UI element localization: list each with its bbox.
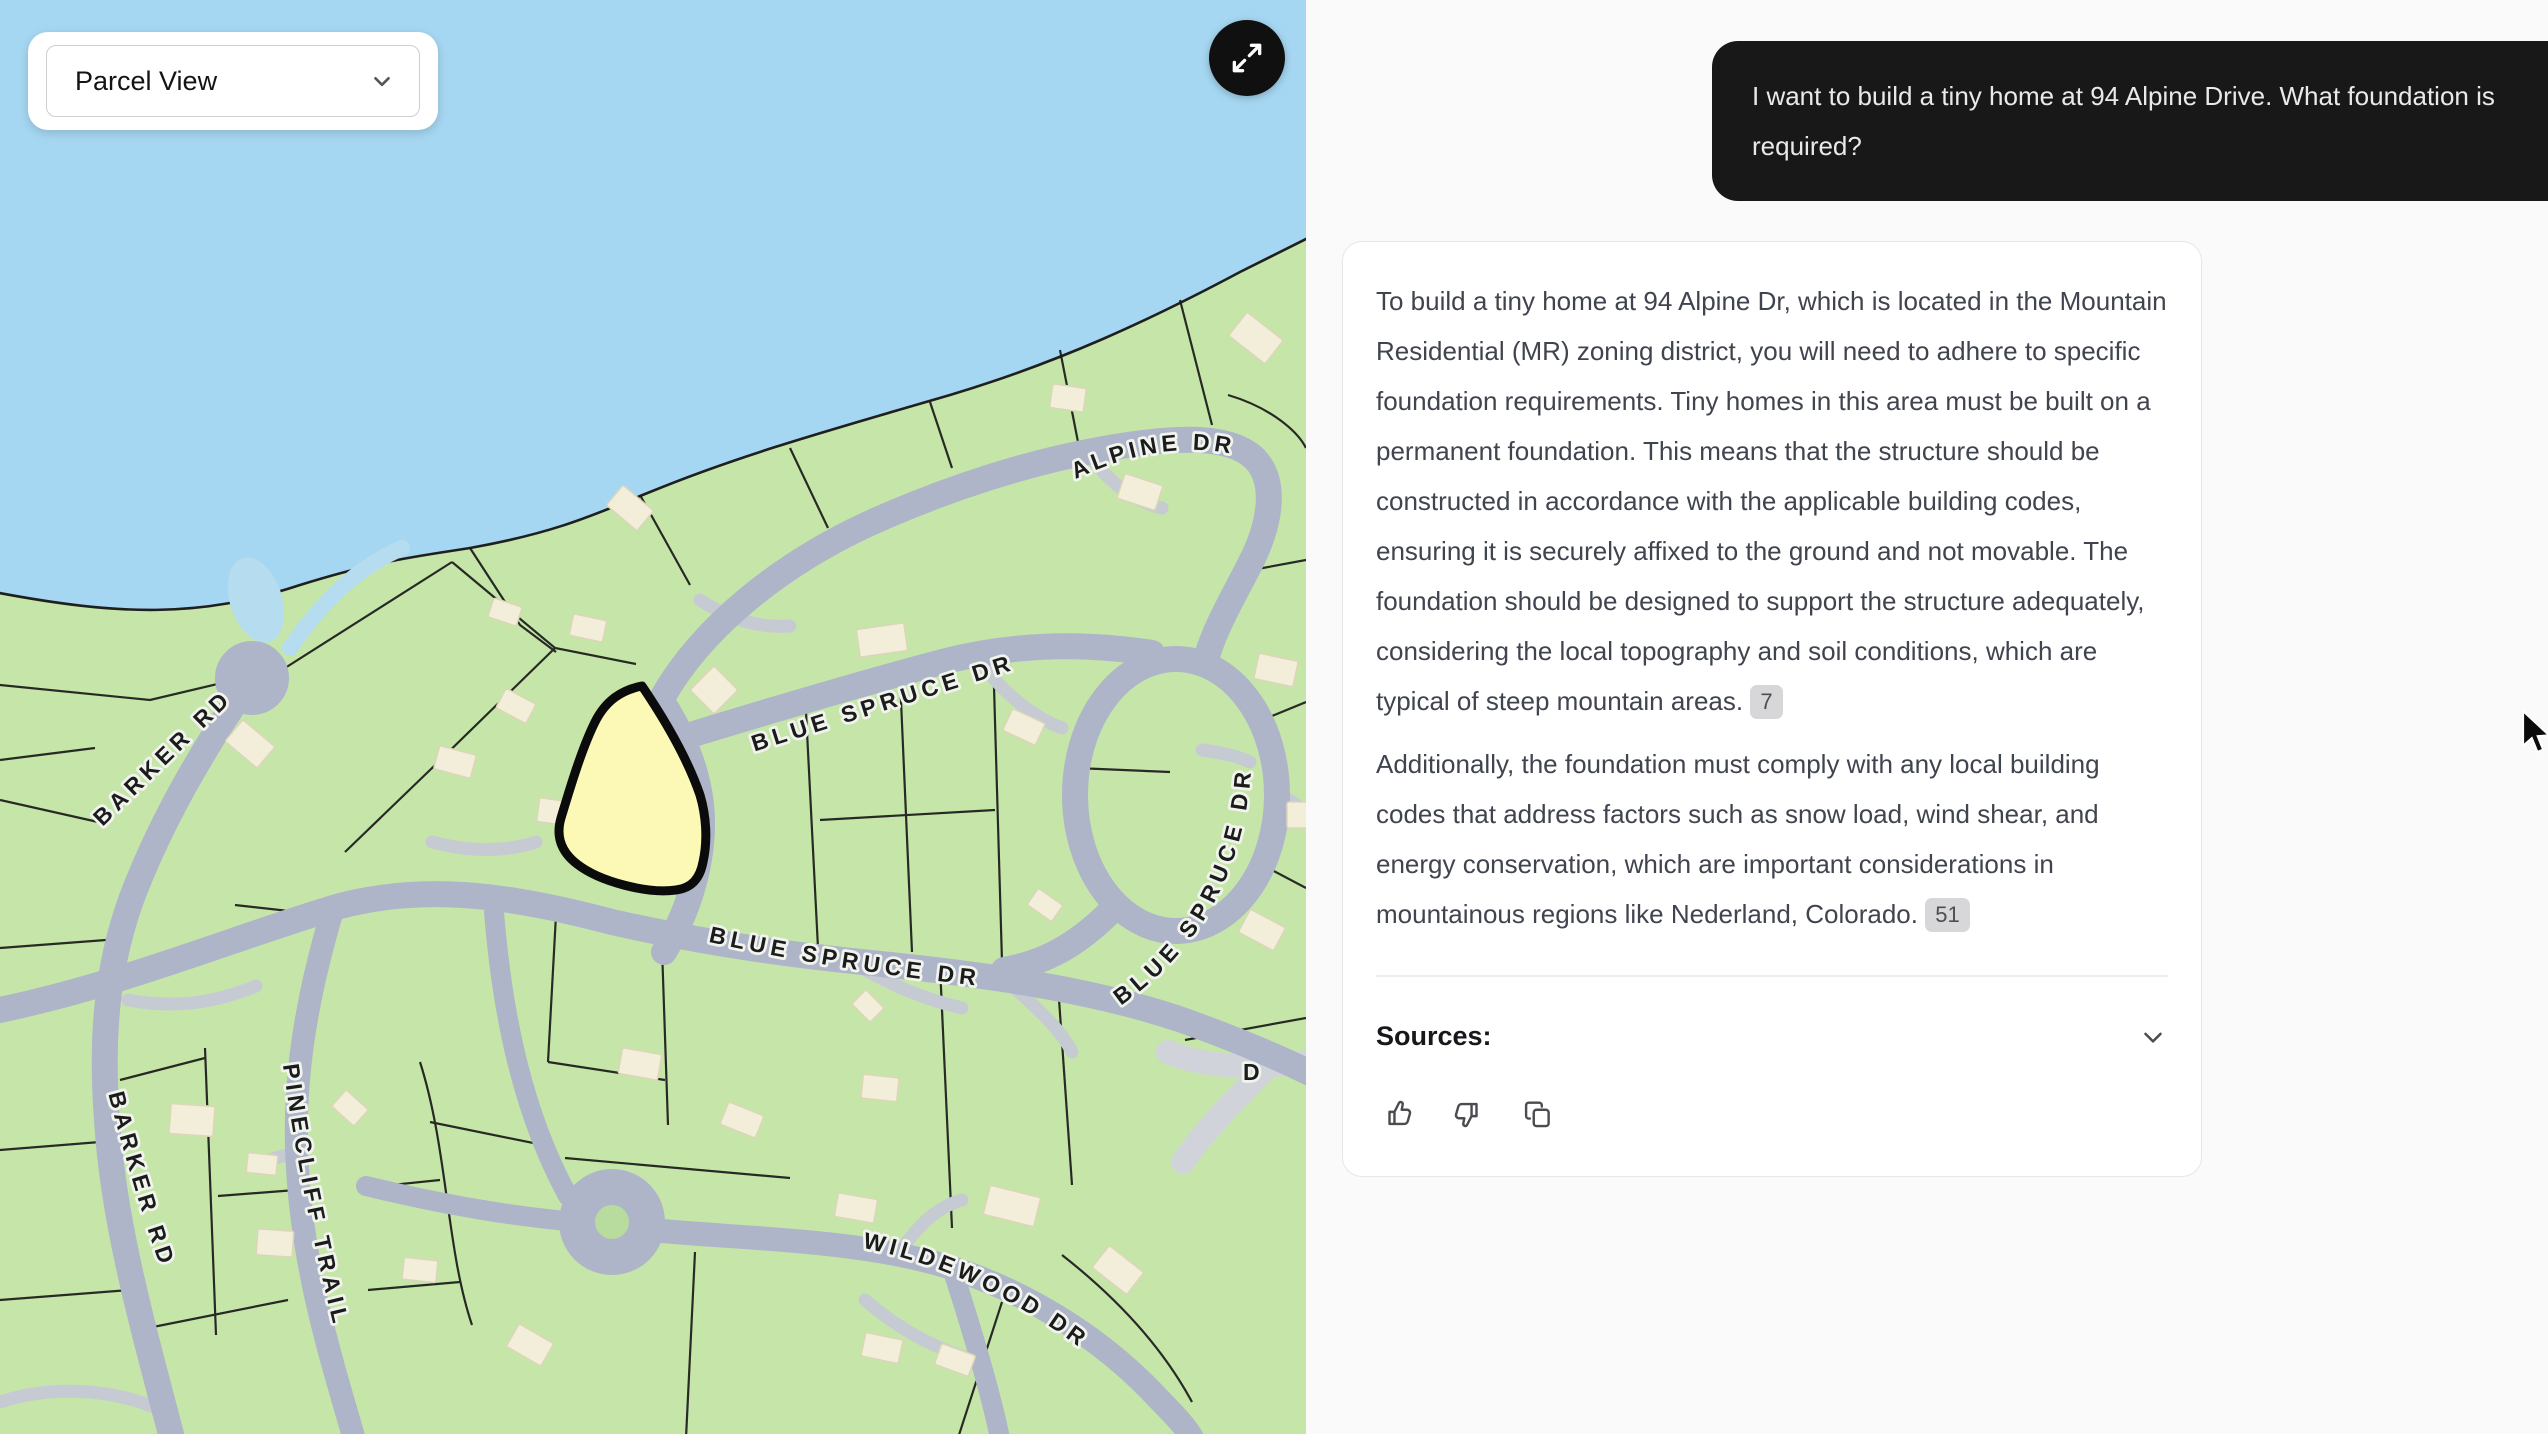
user-message-text: I want to build a tiny home at 94 Alpine… xyxy=(1752,81,2495,161)
chevron-down-icon xyxy=(369,68,395,94)
card-divider xyxy=(1376,975,2168,977)
sources-label: Sources: xyxy=(1376,1021,1492,1052)
map-panel: ALPINE DR BLUE SPRUCE DR BLUE SPRUCE DR … xyxy=(0,0,1306,1434)
answer-paragraph-2-text: Additionally, the foundation must comply… xyxy=(1376,749,2100,929)
thumbs-down-button[interactable] xyxy=(1446,1092,1490,1136)
expand-arrows-icon xyxy=(1228,39,1266,77)
road-label-partial-d: D xyxy=(1243,1059,1265,1085)
answer-paragraph-2: Additionally, the foundation must comply… xyxy=(1376,739,2168,939)
app-root: ALPINE DR BLUE SPRUCE DR BLUE SPRUCE DR … xyxy=(0,0,2548,1434)
answer-actions xyxy=(1376,1092,2168,1136)
chevron-down-icon[interactable] xyxy=(2138,1022,2168,1052)
wildewood-cul-de-sac-island xyxy=(595,1205,629,1239)
user-message-bubble: I want to build a tiny home at 94 Alpine… xyxy=(1712,41,2548,201)
chat-panel: I want to build a tiny home at 94 Alpine… xyxy=(1306,0,2548,1434)
copy-icon xyxy=(1521,1097,1555,1131)
expand-map-button[interactable] xyxy=(1209,20,1285,96)
thumbs-up-icon xyxy=(1381,1097,1415,1131)
map-view-select[interactable]: Parcel View xyxy=(46,45,420,117)
map-view-selector-card: Parcel View xyxy=(28,32,438,130)
citation-badge-51[interactable]: 51 xyxy=(1925,898,1969,932)
map-view-select-label: Parcel View xyxy=(75,66,217,97)
thumbs-down-icon xyxy=(1451,1097,1485,1131)
parcel-map[interactable]: ALPINE DR BLUE SPRUCE DR BLUE SPRUCE DR … xyxy=(0,0,1306,1434)
sources-toggle[interactable]: Sources: xyxy=(1376,1021,2168,1052)
citation-badge-7[interactable]: 7 xyxy=(1750,685,1782,719)
thumbs-up-button[interactable] xyxy=(1376,1092,1420,1136)
copy-button[interactable] xyxy=(1516,1092,1560,1136)
answer-paragraph-1: To build a tiny home at 94 Alpine Dr, wh… xyxy=(1376,276,2168,726)
answer-paragraph-1-text: To build a tiny home at 94 Alpine Dr, wh… xyxy=(1376,286,2167,716)
assistant-answer-card: To build a tiny home at 94 Alpine Dr, wh… xyxy=(1342,241,2202,1177)
